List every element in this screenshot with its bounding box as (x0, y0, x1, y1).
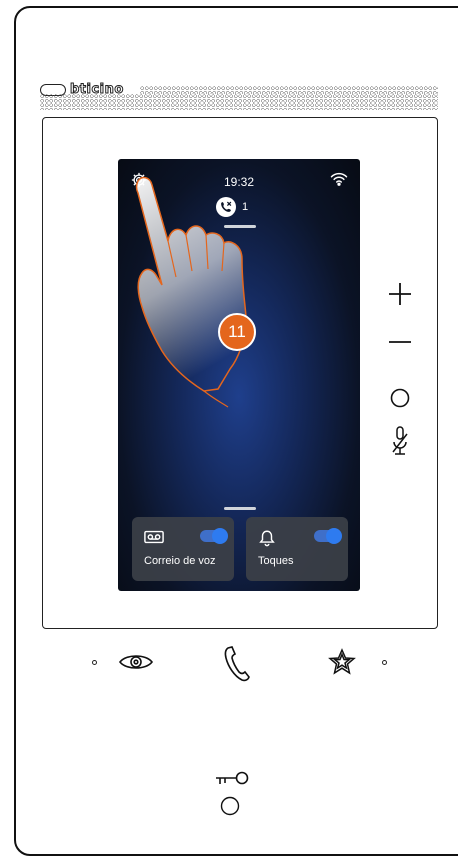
ringtones-tile[interactable]: Toques (246, 517, 348, 581)
eye-icon[interactable] (118, 650, 154, 679)
led-dot (92, 660, 97, 665)
clock-time: 19:32 (223, 175, 255, 189)
led-dot (382, 660, 387, 665)
door-release-button[interactable] (219, 795, 241, 822)
ringtones-label: Toques (258, 555, 294, 567)
star-icon[interactable] (328, 648, 356, 681)
speaker-grille (140, 86, 438, 94)
missed-calls-indicator[interactable]: 1 (216, 197, 248, 217)
side-controls (384, 278, 418, 468)
bottom-drag-handle[interactable] (224, 507, 256, 510)
brand-row: bticino (40, 82, 440, 112)
step-number-badge: 11 (218, 313, 256, 351)
missed-call-count: 1 (242, 201, 249, 213)
bell-icon (258, 529, 278, 547)
wifi-icon (330, 171, 348, 187)
minus-icon[interactable] (384, 326, 416, 358)
voicemail-label: Correio de voz (144, 555, 216, 567)
speaker-grille (40, 94, 438, 110)
missed-call-icon (216, 197, 236, 217)
circle-icon[interactable] (384, 382, 416, 414)
voicemail-toggle[interactable] (200, 528, 228, 544)
door-release[interactable] (212, 770, 252, 830)
voicemail-tile[interactable]: Correio de voz (132, 517, 234, 581)
key-icon (212, 770, 252, 795)
mic-mute-icon[interactable] (384, 424, 416, 464)
top-drag-handle[interactable] (224, 225, 256, 228)
handset-icon[interactable] (222, 644, 252, 689)
voicemail-icon (144, 529, 164, 545)
ringtones-toggle[interactable] (314, 528, 342, 544)
plus-icon[interactable] (384, 278, 416, 310)
touch-screen: 19:32 1 11 Correio de voz Toques (118, 159, 360, 591)
